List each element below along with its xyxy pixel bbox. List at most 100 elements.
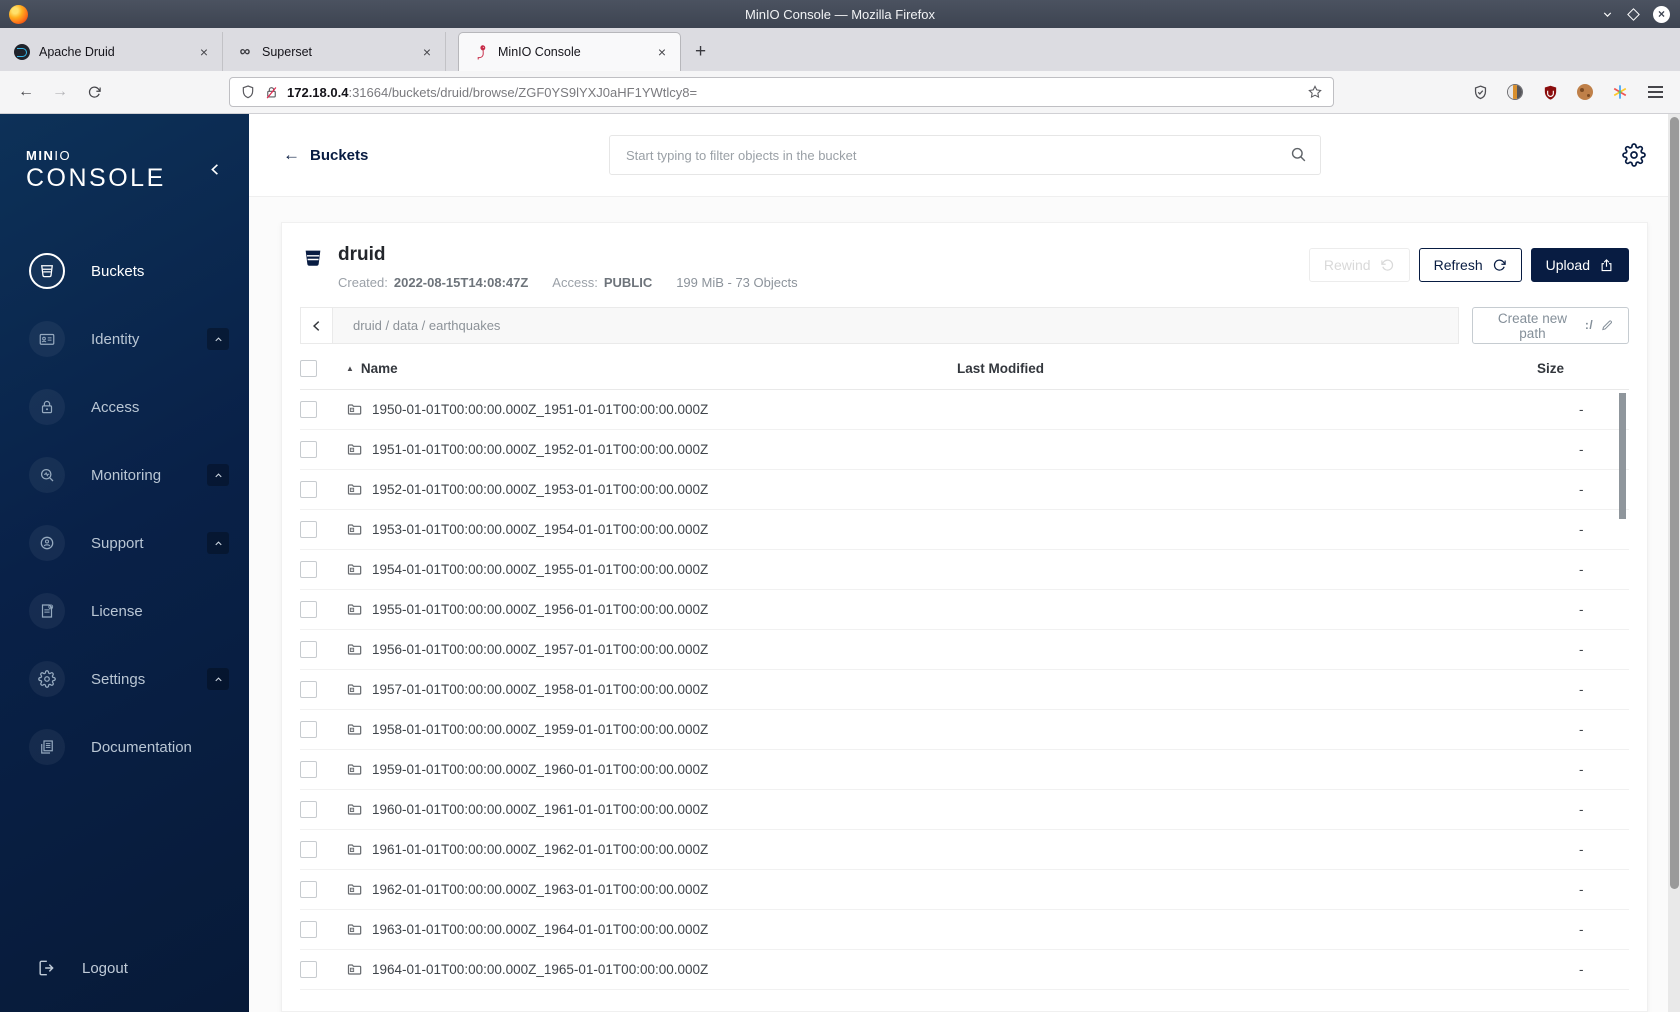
- chevron-up-icon[interactable]: [207, 464, 229, 486]
- row-checkbox[interactable]: [300, 801, 317, 818]
- object-row[interactable]: 1954-01-01T00:00:00.000Z_1955-01-01T00:0…: [300, 550, 1629, 590]
- object-name[interactable]: 1953-01-01T00:00:00.000Z_1954-01-01T00:0…: [372, 522, 708, 537]
- object-row[interactable]: 1960-01-01T00:00:00.000Z_1961-01-01T00:0…: [300, 790, 1629, 830]
- minimize-button[interactable]: [1601, 8, 1614, 21]
- object-row[interactable]: 1953-01-01T00:00:00.000Z_1954-01-01T00:0…: [300, 510, 1629, 550]
- row-checkbox[interactable]: [300, 441, 317, 458]
- chevron-up-icon[interactable]: [207, 328, 229, 350]
- name-column-header[interactable]: ▲ Name: [346, 361, 957, 376]
- refresh-button[interactable]: Refresh: [1418, 248, 1522, 282]
- row-checkbox[interactable]: [300, 601, 317, 618]
- maximize-button[interactable]: [1627, 7, 1640, 21]
- url-text[interactable]: 172.18.0.4:31664/buckets/druid/browse/ZG…: [287, 85, 1299, 100]
- rewind-button: Rewind: [1308, 248, 1410, 282]
- container-asterisk-icon[interactable]: [1611, 83, 1629, 101]
- row-checkbox[interactable]: [300, 641, 317, 658]
- row-checkbox[interactable]: [300, 921, 317, 938]
- tab-close-icon[interactable]: ×: [419, 44, 435, 60]
- row-checkbox[interactable]: [300, 401, 317, 418]
- filter-objects-input[interactable]: [609, 135, 1321, 175]
- row-checkbox[interactable]: [300, 761, 317, 778]
- sidebar-item-license[interactable]: License: [0, 577, 249, 645]
- tracking-shield-icon[interactable]: [240, 84, 256, 100]
- sidebar-item-access[interactable]: Access: [0, 373, 249, 441]
- sidebar-item-buckets[interactable]: Buckets: [0, 237, 249, 305]
- sidebar-item-documentation[interactable]: Documentation: [0, 713, 249, 781]
- browser-scrollbar-thumb[interactable]: [1669, 117, 1679, 889]
- sidebar-item-logout[interactable]: Logout: [0, 958, 249, 978]
- object-row[interactable]: 1956-01-01T00:00:00.000Z_1957-01-01T00:0…: [300, 630, 1629, 670]
- object-name[interactable]: 1962-01-01T00:00:00.000Z_1963-01-01T00:0…: [372, 882, 708, 897]
- size-column-header[interactable]: Size: [1537, 361, 1629, 376]
- tab-apache-druid[interactable]: Apache Druid ×: [0, 32, 223, 71]
- row-checkbox[interactable]: [300, 841, 317, 858]
- object-row[interactable]: 1962-01-01T00:00:00.000Z_1963-01-01T00:0…: [300, 870, 1629, 910]
- path-back-button[interactable]: [300, 307, 333, 344]
- sidebar-item-identity[interactable]: Identity: [0, 305, 249, 373]
- object-name[interactable]: 1963-01-01T00:00:00.000Z_1964-01-01T00:0…: [372, 922, 708, 937]
- url-bar[interactable]: 172.18.0.4:31664/buckets/druid/browse/ZG…: [229, 77, 1334, 107]
- console-settings-gear-icon[interactable]: [1622, 143, 1646, 167]
- row-checkbox[interactable]: [300, 721, 317, 738]
- object-name[interactable]: 1956-01-01T00:00:00.000Z_1957-01-01T00:0…: [372, 642, 708, 657]
- upload-button[interactable]: Upload: [1530, 248, 1629, 282]
- object-row[interactable]: 1964-01-01T00:00:00.000Z_1965-01-01T00:0…: [300, 950, 1629, 990]
- object-name[interactable]: 1951-01-01T00:00:00.000Z_1952-01-01T00:0…: [372, 442, 708, 457]
- object-row[interactable]: 1959-01-01T00:00:00.000Z_1960-01-01T00:0…: [300, 750, 1629, 790]
- table-scrollbar[interactable]: [1619, 393, 1626, 519]
- object-name[interactable]: 1952-01-01T00:00:00.000Z_1953-01-01T00:0…: [372, 482, 708, 497]
- object-row[interactable]: 1955-01-01T00:00:00.000Z_1956-01-01T00:0…: [300, 590, 1629, 630]
- reload-button[interactable]: [80, 78, 108, 106]
- object-name[interactable]: 1958-01-01T00:00:00.000Z_1959-01-01T00:0…: [372, 722, 708, 737]
- cookie-icon[interactable]: [1576, 83, 1594, 101]
- sidebar-item-support[interactable]: Support: [0, 509, 249, 577]
- sidebar-item-settings[interactable]: Settings: [0, 645, 249, 713]
- create-new-path-button[interactable]: Create new path :/: [1472, 307, 1629, 344]
- menu-button[interactable]: [1646, 83, 1664, 101]
- object-row[interactable]: 1951-01-01T00:00:00.000Z_1952-01-01T00:0…: [300, 430, 1629, 470]
- row-checkbox[interactable]: [300, 681, 317, 698]
- row-checkbox[interactable]: [300, 481, 317, 498]
- ublock-icon[interactable]: [1541, 83, 1559, 101]
- row-checkbox[interactable]: [300, 881, 317, 898]
- druid-favicon-icon: [14, 43, 30, 60]
- close-window-button[interactable]: ×: [1653, 5, 1670, 23]
- new-tab-button[interactable]: +: [681, 41, 720, 63]
- row-checkbox[interactable]: [300, 521, 317, 538]
- insecure-lock-icon[interactable]: [264, 85, 279, 100]
- object-name[interactable]: 1964-01-01T00:00:00.000Z_1965-01-01T00:0…: [372, 962, 708, 977]
- profile-avatar-icon[interactable]: [1506, 83, 1524, 101]
- last-modified-column-header[interactable]: Last Modified: [957, 361, 1537, 376]
- object-name[interactable]: 1960-01-01T00:00:00.000Z_1961-01-01T00:0…: [372, 802, 708, 817]
- sidebar-item-monitoring[interactable]: Monitoring: [0, 441, 249, 509]
- object-row[interactable]: 1952-01-01T00:00:00.000Z_1953-01-01T00:0…: [300, 470, 1629, 510]
- select-all-checkbox[interactable]: [300, 360, 317, 377]
- object-name[interactable]: 1955-01-01T00:00:00.000Z_1956-01-01T00:0…: [372, 602, 708, 617]
- object-name[interactable]: 1954-01-01T00:00:00.000Z_1955-01-01T00:0…: [372, 562, 708, 577]
- tab-minio-console[interactable]: MinIO Console ×: [458, 32, 681, 71]
- row-checkbox[interactable]: [300, 561, 317, 578]
- tab-superset[interactable]: ∞ Superset ×: [223, 32, 446, 71]
- row-checkbox[interactable]: [300, 961, 317, 978]
- object-row[interactable]: 1958-01-01T00:00:00.000Z_1959-01-01T00:0…: [300, 710, 1629, 750]
- object-name[interactable]: 1950-01-01T00:00:00.000Z_1951-01-01T00:0…: [372, 402, 708, 417]
- tab-close-icon[interactable]: ×: [654, 44, 670, 60]
- tab-close-icon[interactable]: ×: [196, 44, 212, 60]
- object-name[interactable]: 1959-01-01T00:00:00.000Z_1960-01-01T00:0…: [372, 762, 708, 777]
- sidebar-collapse-icon[interactable]: [208, 162, 223, 177]
- back-to-buckets-link[interactable]: ← Buckets: [283, 145, 368, 165]
- folder-icon: [346, 641, 363, 658]
- bookmark-star-icon[interactable]: [1307, 84, 1323, 100]
- object-row[interactable]: 1950-01-01T00:00:00.000Z_1951-01-01T00:0…: [300, 390, 1629, 430]
- pocket-shield-icon[interactable]: [1471, 83, 1489, 101]
- browser-scrollbar[interactable]: [1668, 114, 1680, 1012]
- breadcrumb[interactable]: druid / data / earthquakes: [333, 307, 1459, 344]
- object-row[interactable]: 1957-01-01T00:00:00.000Z_1958-01-01T00:0…: [300, 670, 1629, 710]
- chevron-up-icon[interactable]: [207, 532, 229, 554]
- object-row[interactable]: 1963-01-01T00:00:00.000Z_1964-01-01T00:0…: [300, 910, 1629, 950]
- object-name[interactable]: 1957-01-01T00:00:00.000Z_1958-01-01T00:0…: [372, 682, 708, 697]
- object-name[interactable]: 1961-01-01T00:00:00.000Z_1962-01-01T00:0…: [372, 842, 708, 857]
- back-button[interactable]: ←: [12, 78, 40, 106]
- object-row[interactable]: 1961-01-01T00:00:00.000Z_1962-01-01T00:0…: [300, 830, 1629, 870]
- chevron-up-icon[interactable]: [207, 668, 229, 690]
